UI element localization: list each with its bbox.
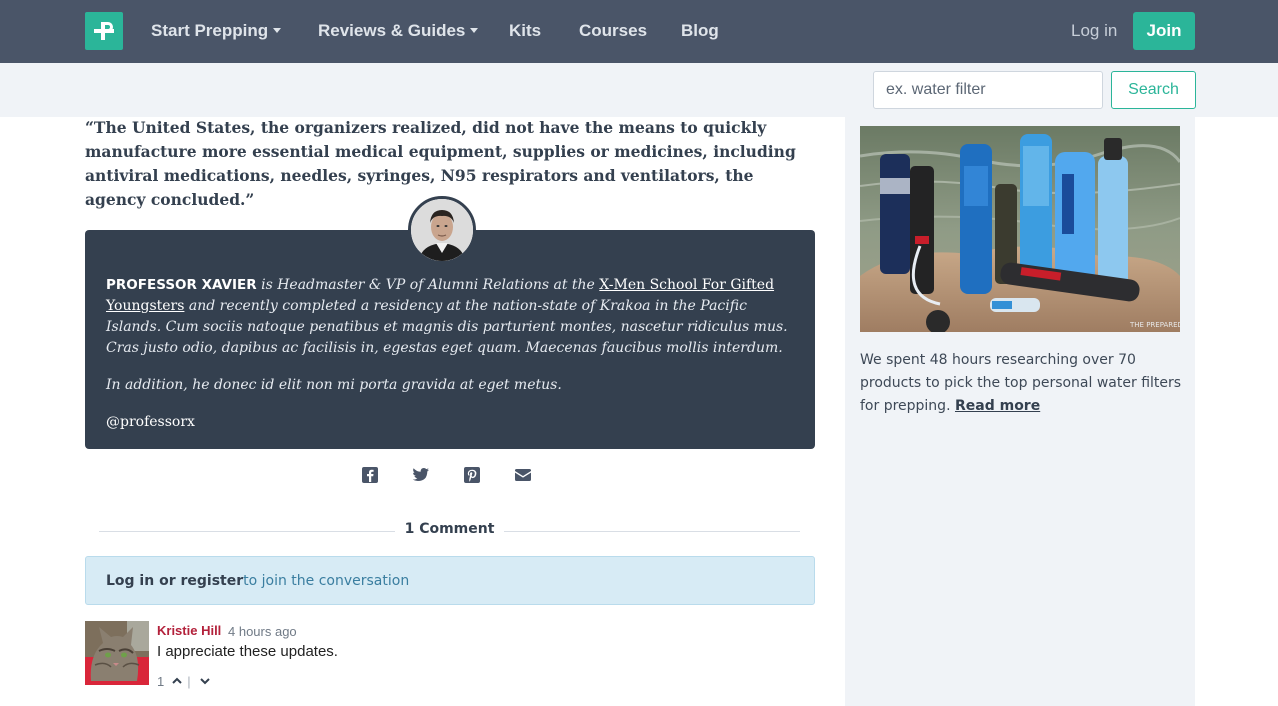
comment-votes: 1 | (157, 673, 211, 689)
nav-label: Start Prepping (151, 21, 269, 40)
nav-label: Courses (579, 21, 648, 40)
read-more-link[interactable]: Read more (955, 398, 1040, 414)
search-button[interactable]: Search (1111, 71, 1196, 109)
avatar[interactable] (85, 621, 149, 685)
bio-text: is Headmaster & VP of Alumni Relations a… (256, 277, 600, 293)
comment-text: I appreciate these updates. (157, 643, 338, 660)
comment-timestamp[interactable]: 4 hours ago (228, 624, 297, 639)
nav-reviews-guides[interactable]: Reviews & Guides (318, 21, 479, 41)
vote-count: 1 (157, 673, 165, 689)
promo-text: We spent 48 hours researching over 70 pr… (860, 349, 1182, 418)
water-filters-photo[interactable]: THE PREPARED (860, 126, 1180, 332)
water-filters-image: THE PREPARED (860, 126, 1180, 332)
facebook-icon[interactable] (361, 466, 379, 484)
author-name: PROFESSOR XAVIER (106, 277, 257, 293)
logo-icon (94, 22, 114, 40)
join-prompt-text: to join the conversation (243, 572, 410, 589)
chevron-down-icon (470, 28, 479, 34)
image-watermark: THE PREPARED (1129, 321, 1180, 329)
nav-label: Kits (509, 21, 542, 40)
search-input[interactable] (873, 71, 1103, 109)
vote-separator: | (187, 673, 191, 689)
nav-courses[interactable]: Courses (579, 21, 647, 41)
chevron-down-icon (273, 28, 282, 34)
login-link[interactable]: Log in (1071, 21, 1117, 41)
top-navbar: Start Prepping Reviews & Guides Kits Cou… (0, 0, 1278, 63)
comments-header: 1 Comment (99, 521, 800, 541)
commenter-photo (85, 621, 149, 685)
nav-blog[interactable]: Blog (681, 21, 719, 41)
author-avatar (408, 196, 476, 264)
nav-start-prepping[interactable]: Start Prepping (151, 21, 282, 41)
site-logo[interactable] (85, 12, 123, 50)
author-handle[interactable]: @professorx (106, 412, 795, 433)
bio-text-continued: and recently completed a residency at th… (106, 298, 788, 356)
bio-paragraph: PROFESSOR XAVIER is Headmaster & VP of A… (106, 275, 795, 359)
upvote-chevron-icon[interactable] (171, 675, 183, 687)
comment-count: 1 Comment (404, 521, 495, 537)
downvote-chevron-icon[interactable] (199, 675, 211, 687)
nav-kits[interactable]: Kits (509, 21, 541, 41)
bio-paragraph-2: In addition, he donec id elit non mi por… (106, 377, 562, 393)
login-register-link[interactable]: Log in or register (106, 573, 243, 589)
envelope-icon[interactable] (514, 466, 532, 484)
nav-label: Blog (681, 21, 719, 40)
comment-author[interactable]: Kristie Hill (157, 623, 221, 638)
author-photo (411, 199, 473, 261)
twitter-icon[interactable] (412, 466, 430, 484)
search-bar: Search (0, 63, 1278, 117)
join-button[interactable]: Join (1133, 12, 1195, 50)
sidebar: THE PREPARED We spent 48 hours researchi… (845, 117, 1195, 706)
pinterest-icon[interactable] (463, 466, 481, 484)
join-conversation-box: Log in or register to join the conversat… (85, 556, 815, 605)
nav-label: Reviews & Guides (318, 21, 466, 40)
